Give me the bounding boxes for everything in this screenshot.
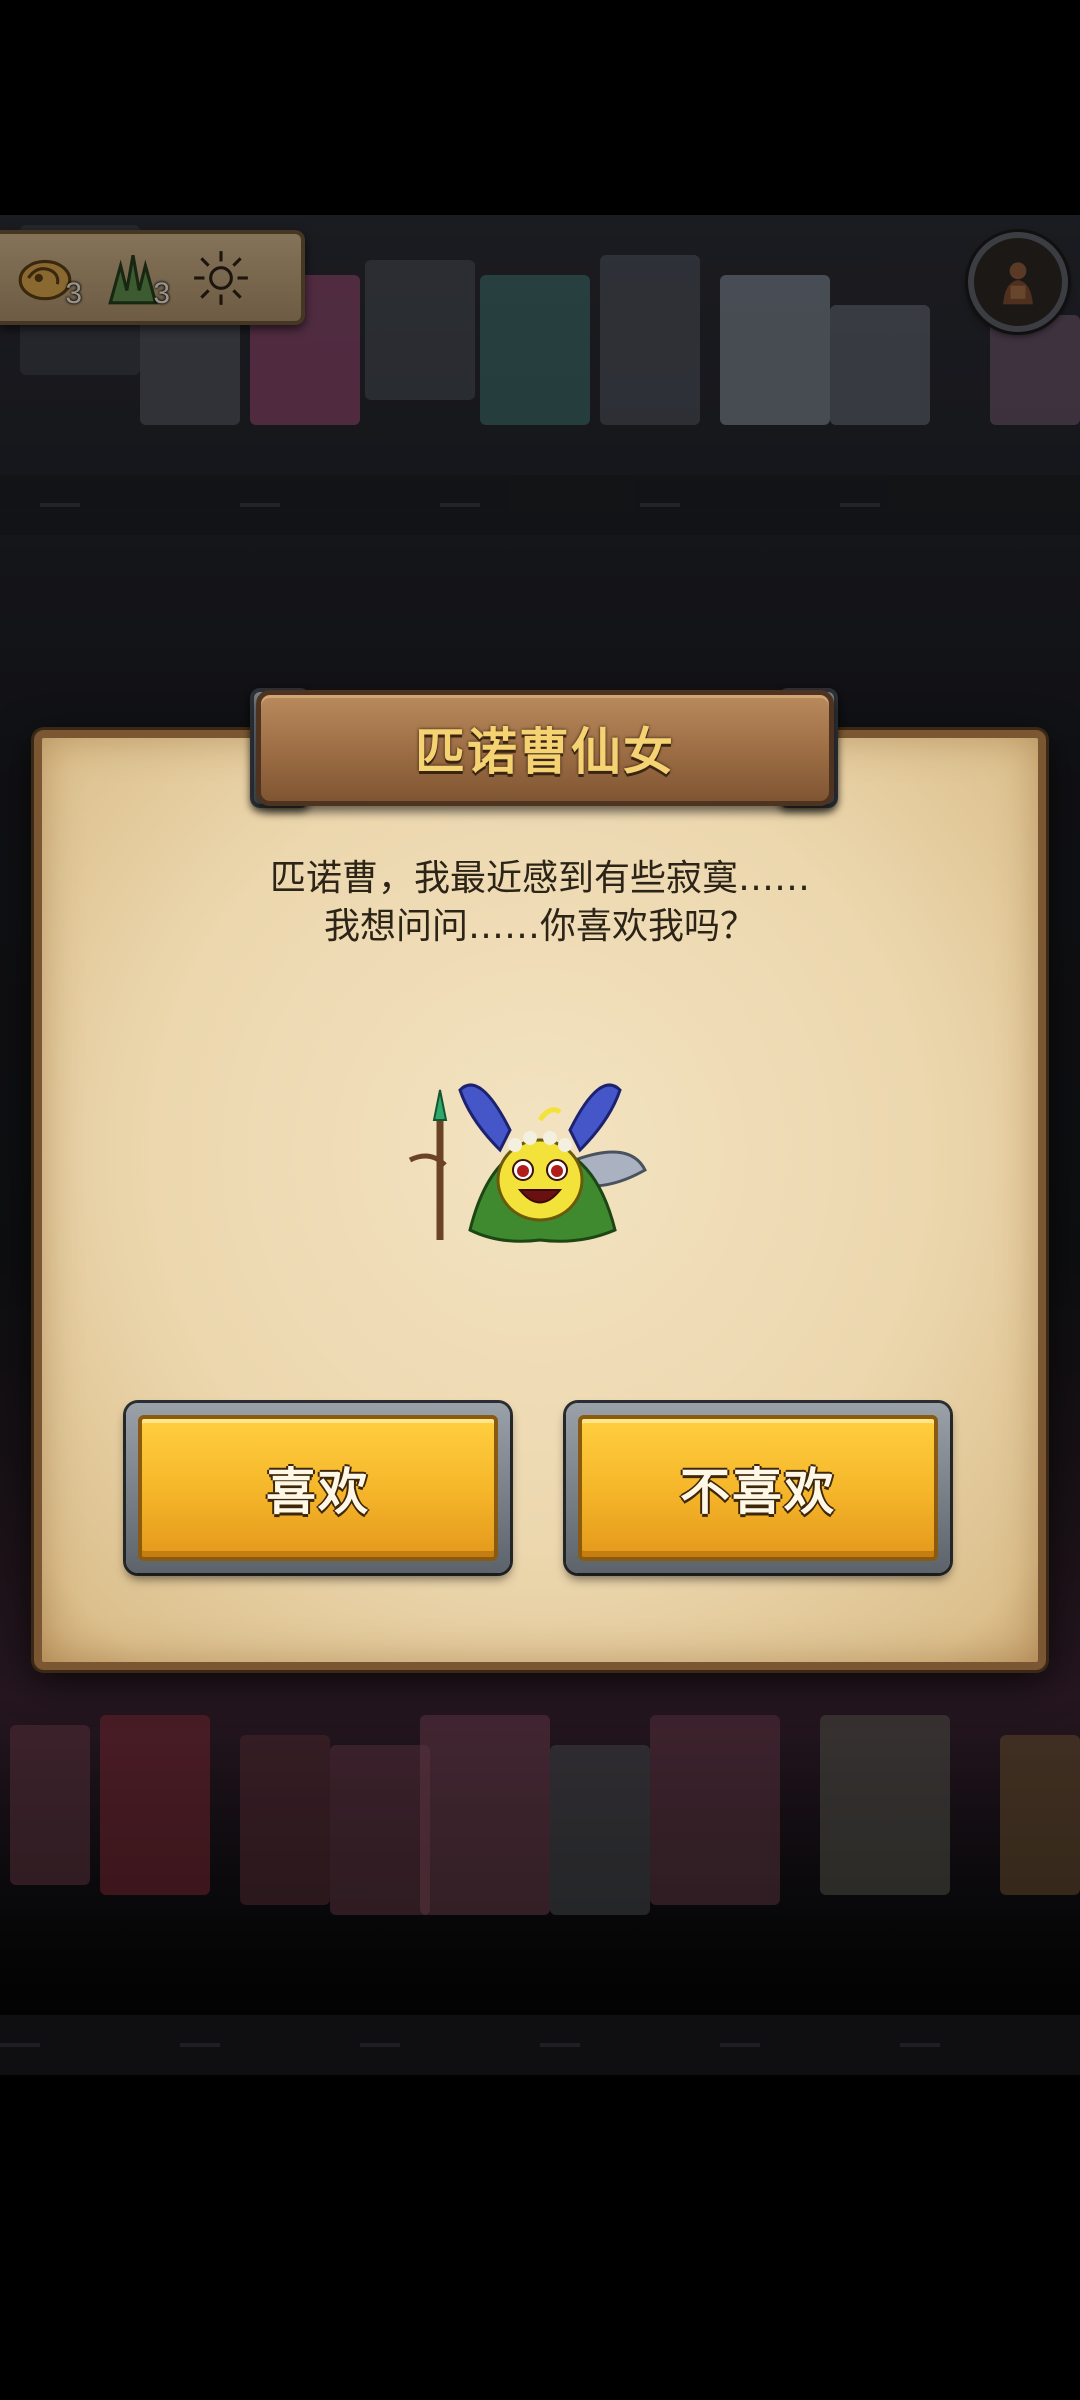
dialog-title: 匹诺曹仙女 (415, 723, 675, 781)
like-button-label: 喜欢 (266, 1463, 370, 1521)
dislike-button-face[interactable]: 不喜欢 (578, 1415, 938, 1561)
message-line-1: 匹诺曹，我最近感到有些寂寞…… (269, 858, 810, 899)
message-line-2: 我想问问……你喜欢我吗？ (323, 906, 756, 947)
fairy-character (400, 1050, 680, 1250)
dialog-message: 匹诺曹，我最近感到有些寂寞…… 我想问问……你喜欢我吗？ (100, 855, 980, 951)
like-button[interactable]: 喜欢 (126, 1403, 510, 1573)
dislike-button-label: 不喜欢 (680, 1463, 836, 1521)
fairy-creature-icon (408, 1083, 647, 1243)
like-button-face[interactable]: 喜欢 (138, 1415, 498, 1561)
title-plank: 匹诺曹仙女 (256, 690, 834, 806)
dislike-button[interactable]: 不喜欢 (566, 1403, 950, 1573)
